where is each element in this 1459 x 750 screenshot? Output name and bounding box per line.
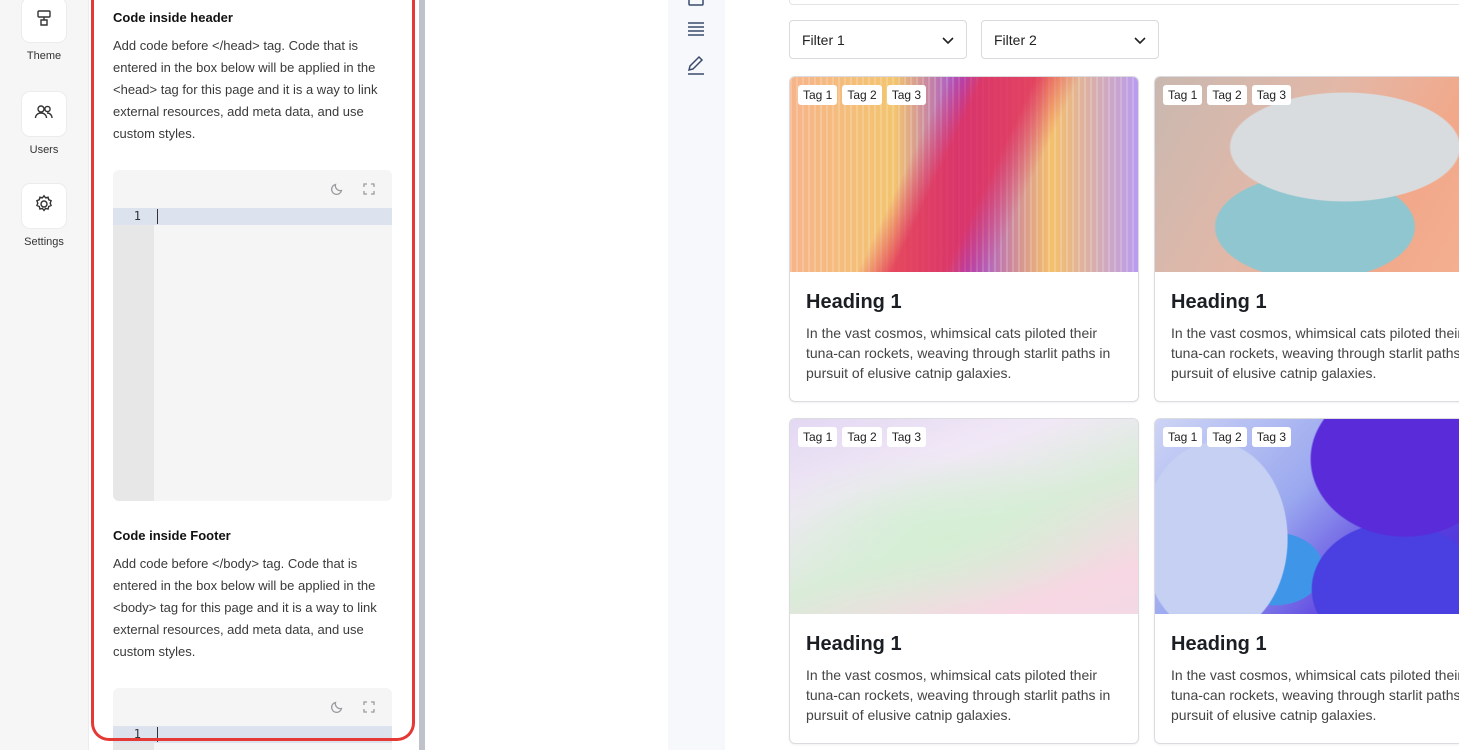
expand-icon[interactable] xyxy=(361,699,377,715)
editor-toolbar-strip xyxy=(668,0,725,750)
filter-2-label: Filter 2 xyxy=(994,31,1037,48)
header-code-editor[interactable]: 1 xyxy=(113,170,392,501)
chevron-down-icon xyxy=(1134,32,1146,48)
gear-icon xyxy=(34,194,54,219)
card-text: In the vast cosmos, whimsical cats pilot… xyxy=(1171,667,1459,723)
card-tags: Tag 1 Tag 2 Tag 3 xyxy=(798,427,927,447)
card[interactable]: Tag 1 Tag 2 Tag 3 Heading 1 In the vast … xyxy=(789,418,1139,744)
card-heading: Heading 1 xyxy=(806,291,902,313)
moon-icon[interactable] xyxy=(329,699,345,715)
header-code-description: Add code before </head> tag. Code that i… xyxy=(113,38,378,141)
card-text: In the vast cosmos, whimsical cats pilot… xyxy=(1171,325,1459,381)
tag[interactable]: Tag 3 xyxy=(1251,85,1292,105)
line-gutter xyxy=(113,208,154,501)
active-line xyxy=(113,208,392,225)
settings-button[interactable] xyxy=(22,184,66,228)
tag[interactable]: Tag 2 xyxy=(842,427,882,447)
rail-item-settings[interactable]: Settings xyxy=(0,184,88,248)
users-icon xyxy=(34,103,54,126)
text-caret xyxy=(157,727,158,742)
filter-2-select[interactable]: Filter 2 xyxy=(981,20,1159,59)
rail-label-settings: Settings xyxy=(24,236,64,248)
card-image xyxy=(1155,77,1459,272)
canvas-gap xyxy=(425,0,668,750)
tag[interactable]: Tag 2 xyxy=(1207,85,1247,105)
filter-1-label: Filter 1 xyxy=(802,31,845,48)
rail-item-theme[interactable]: Theme xyxy=(0,0,88,62)
card[interactable]: Tag 1 Tag 2 Tag 3 Heading 1 In the vast … xyxy=(1154,76,1459,402)
card-text: In the vast cosmos, whimsical cats pilot… xyxy=(806,667,1111,723)
top-toolbar-edge xyxy=(789,0,1459,5)
active-line xyxy=(113,726,392,743)
tag[interactable]: Tag 2 xyxy=(1207,427,1247,447)
tag[interactable]: Tag 2 xyxy=(842,85,882,105)
rail-label-users: Users xyxy=(29,144,59,156)
card-image xyxy=(790,77,1138,272)
filter-1-select[interactable]: Filter 1 xyxy=(789,20,967,59)
card-heading: Heading 1 xyxy=(1171,291,1267,313)
rail-label-theme: Theme xyxy=(26,50,62,62)
chevron-down-icon xyxy=(942,32,954,48)
tag[interactable]: Tag 1 xyxy=(1163,427,1203,447)
tag[interactable]: Tag 1 xyxy=(798,85,838,105)
card-heading: Heading 1 xyxy=(1171,633,1267,655)
tag[interactable]: Tag 1 xyxy=(1163,85,1203,105)
users-button[interactable] xyxy=(22,92,66,136)
pen-icon[interactable] xyxy=(686,55,706,75)
card-text: In the vast cosmos, whimsical cats pilot… xyxy=(806,325,1111,381)
card-heading: Heading 1 xyxy=(806,633,902,655)
card[interactable]: Tag 1 Tag 2 Tag 3 Heading 1 In the vast … xyxy=(789,76,1139,402)
header-editor-toolbar xyxy=(113,170,392,208)
tag[interactable]: Tag 3 xyxy=(886,427,927,447)
rail-item-users[interactable]: Users xyxy=(0,92,88,156)
icon-rail: Theme Users Settings xyxy=(0,0,89,750)
layout-icon[interactable] xyxy=(686,0,706,8)
footer-editor-toolbar xyxy=(113,688,392,726)
card-image xyxy=(1155,419,1459,614)
footer-code-editor[interactable]: 1 xyxy=(113,688,392,750)
footer-code-title: Code inside Footer xyxy=(113,528,231,543)
line-number: 1 xyxy=(133,727,141,741)
card[interactable]: Tag 1 Tag 2 Tag 3 Heading 1 In the vast … xyxy=(1154,418,1459,744)
card-tags: Tag 1 Tag 2 Tag 3 xyxy=(1163,85,1292,105)
tag[interactable]: Tag 1 xyxy=(798,427,838,447)
footer-code-description: Add code before </body> tag. Code that i… xyxy=(113,556,377,659)
line-number: 1 xyxy=(133,209,141,223)
align-justify-icon[interactable] xyxy=(686,19,706,39)
card-tags: Tag 1 Tag 2 Tag 3 xyxy=(1163,427,1292,447)
expand-icon[interactable] xyxy=(361,181,377,197)
card-tags: Tag 1 Tag 2 Tag 3 xyxy=(798,85,927,105)
tag[interactable]: Tag 3 xyxy=(1251,427,1292,447)
moon-icon[interactable] xyxy=(329,181,345,197)
card-image xyxy=(790,419,1138,614)
paint-roller-icon xyxy=(35,9,53,32)
text-caret xyxy=(157,209,158,224)
theme-button[interactable] xyxy=(22,0,66,42)
tag[interactable]: Tag 3 xyxy=(886,85,927,105)
header-code-title: Code inside header xyxy=(113,10,233,25)
